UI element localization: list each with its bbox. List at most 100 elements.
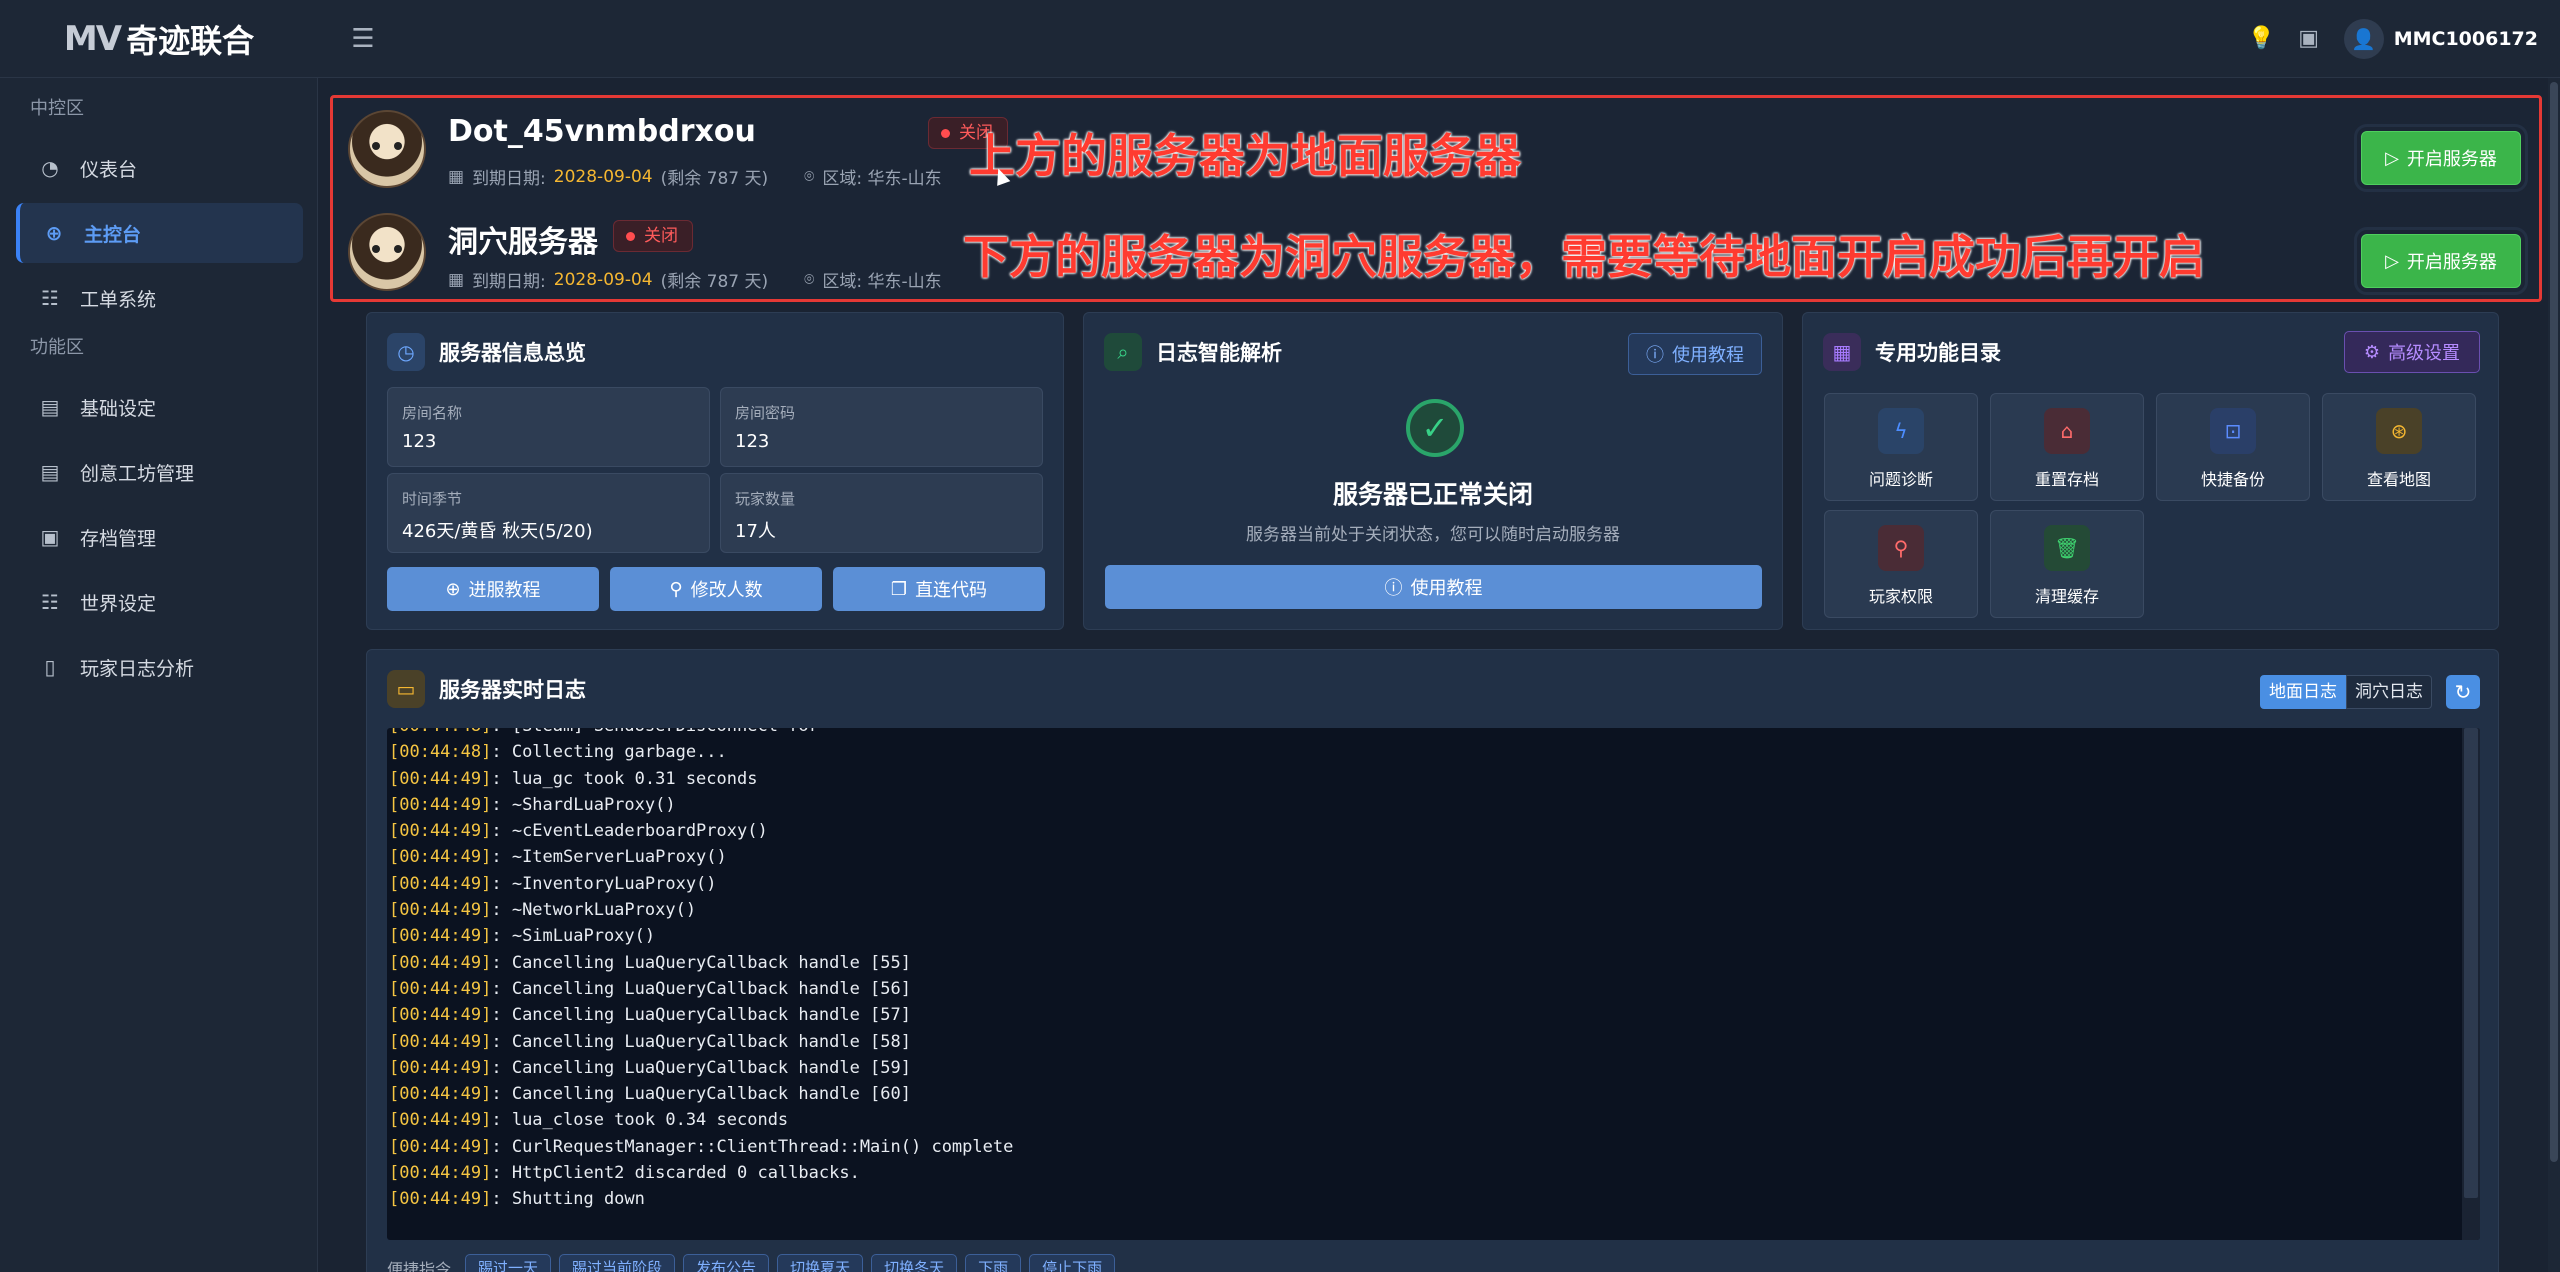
quick-command-chip[interactable]: 切换冬天: [871, 1254, 958, 1272]
card-title: 专用功能目录: [1875, 341, 2001, 365]
log-console[interactable]: [00:44:48]: [Steam] SendUserDisconnect f…: [387, 728, 2480, 1240]
screen-icon[interactable]: ▣: [2296, 26, 2322, 52]
sidebar-item-label: 仪表台: [80, 158, 138, 181]
button-label: 修改人数: [690, 580, 763, 601]
lightning-icon: ϟ: [1878, 408, 1924, 454]
sidebar-item-label: 主控台: [84, 223, 142, 246]
gear-icon: ⚙: [2363, 341, 2381, 363]
func-clear-cache[interactable]: 🗑 清理缓存: [1990, 510, 2144, 618]
sidebar-item-workshop[interactable]: ▤ 创意工坊管理: [16, 442, 303, 502]
log-line: [00:44:49]: lua_gc took 0.31 seconds: [389, 766, 1013, 792]
log-line: [00:44:48]: [Steam] SendUserDisconnect f…: [389, 728, 1013, 739]
advanced-settings-button[interactable]: ⚙ 高级设置: [2344, 331, 2480, 373]
log-line: [00:44:49]: ~InventoryLuaProxy(): [389, 871, 1013, 897]
log-timestamp: [00:44:49]: [389, 1084, 492, 1105]
sidebar-item-label: 存档管理: [80, 527, 157, 550]
doc-icon: ▤: [40, 460, 60, 484]
tab-cave-log[interactable]: 洞穴日志: [2346, 675, 2432, 709]
log-line: [00:44:49]: lua_close took 0.34 seconds: [389, 1107, 1013, 1133]
globe-icon: ⊕: [45, 221, 63, 245]
expire-label: 到期日期:: [472, 272, 546, 292]
user-icon: ⚲: [669, 578, 683, 600]
tutorial-button[interactable]: ⓘ 使用教程: [1628, 333, 1762, 375]
realtime-log-card: ▭ 服务器实时日志 地面日志 洞穴日志 ↻ [00:44:48]: [Steam…: [366, 649, 2499, 1272]
log-line: [00:44:49]: Cancelling LuaQueryCallback …: [389, 950, 1013, 976]
backup-icon: ⊡: [2210, 408, 2256, 454]
direct-connect-button[interactable]: ❐ 直连代码: [833, 567, 1045, 611]
quick-command-chip[interactable]: 停止下雨: [1029, 1254, 1116, 1272]
log-line: [00:44:49]: HttpClient2 discarded 0 call…: [389, 1160, 1013, 1186]
refresh-icon[interactable]: ↻: [2446, 675, 2480, 709]
server-meta: ▦ 到期日期: 2028-09-04 (剩余 787 天) ⌾ 区域: 华东-山…: [448, 164, 942, 190]
annotation-bottom: 下方的服务器为洞穴服务器，需要等待地面开启成功后再开启: [963, 230, 2205, 284]
log-message: : [Steam] SendUserDisconnect for: [491, 728, 819, 736]
sidebar-item-dashboard[interactable]: ◔ 仪表台: [16, 138, 303, 198]
menu-toggle-icon[interactable]: ☰: [348, 24, 378, 54]
copy-icon: ❐: [890, 578, 908, 600]
edit-players-button[interactable]: ⚲ 修改人数: [610, 567, 822, 611]
func-label: 重置存档: [2034, 470, 2099, 489]
start-server-button[interactable]: ▷ 开启服务器: [2354, 227, 2528, 295]
sidebar-item-basic-settings[interactable]: ▤ 基础设定: [16, 377, 303, 437]
page-scrollbar-thumb[interactable]: [2550, 82, 2558, 1162]
log-line: [00:44:49]: Cancelling LuaQueryCallback …: [389, 1002, 1013, 1028]
lightbulb-icon[interactable]: 💡: [2248, 26, 2275, 52]
expire-label: 到期日期:: [472, 169, 546, 189]
log-message: : Cancelling LuaQueryCallback handle [57…: [491, 1005, 911, 1026]
annotation-top: 上方的服务器为地面服务器: [969, 129, 1521, 183]
play-icon: ▷: [2385, 250, 2399, 272]
start-button-label: 开启服务器: [2406, 149, 2497, 170]
log-message: : Cancelling LuaQueryCallback handle [59…: [491, 1057, 911, 1078]
log-scrollbar[interactable]: [2462, 728, 2480, 1240]
page-scrollbar[interactable]: [2548, 78, 2560, 1272]
func-label: 查看地图: [2366, 470, 2431, 489]
server-name: 洞穴服务器: [448, 225, 598, 260]
log-message: : ~NetworkLuaProxy(): [491, 900, 697, 921]
join-tutorial-button[interactable]: ⊕ 进服教程: [387, 567, 599, 611]
user-name[interactable]: MMC1006172: [2394, 28, 2538, 50]
user-lock-icon: ⚲: [1878, 525, 1924, 571]
func-view-map[interactable]: ⊛ 查看地图: [2322, 393, 2476, 501]
func-player-permission[interactable]: ⚲ 玩家权限: [1824, 510, 1978, 618]
func-reset-save[interactable]: ⌂ 重置存档: [1990, 393, 2144, 501]
file-icon: ▯: [44, 655, 56, 679]
button-label: 使用教程: [1410, 578, 1483, 599]
sidebar-item-player-log[interactable]: ▯ 玩家日志分析: [16, 637, 303, 697]
log-line: [00:44:49]: Cancelling LuaQueryCallback …: [389, 976, 1013, 1002]
list-icon: ☷: [41, 590, 59, 614]
sidebar-item-save-management[interactable]: ▣ 存档管理: [16, 507, 303, 567]
list-icon: ☷: [41, 286, 59, 310]
info-value: 426天/黄昏 秋天(5/20): [402, 521, 593, 542]
card-title: 服务器信息总览: [439, 341, 586, 365]
server-name: Dot_45vnmbdrxou: [448, 114, 756, 149]
sidebar-section-control: 中控区: [30, 98, 84, 119]
func-diagnose[interactable]: ϟ 问题诊断: [1824, 393, 1978, 501]
tab-ground-log[interactable]: 地面日志: [2260, 675, 2346, 709]
usage-tutorial-button[interactable]: ⓘ 使用教程: [1105, 565, 1762, 609]
calendar-icon: ▦: [448, 269, 465, 290]
log-timestamp: [00:44:49]: [389, 1189, 492, 1210]
server-row-ground: Dot_45vnmbdrxou 关闭 ▦ 到期日期: 2028-09-04 (剩…: [333, 98, 2539, 198]
start-server-button[interactable]: ▷ 开启服务器: [2354, 124, 2528, 192]
func-backup[interactable]: ⊡ 快捷备份: [2156, 393, 2310, 501]
sidebar-item-ticket-system[interactable]: ☷ 工单系统: [16, 268, 303, 328]
sidebar-item-label: 基础设定: [80, 397, 157, 420]
log-scrollbar-thumb[interactable]: [2464, 728, 2478, 1198]
log-message: : Collecting garbage...: [491, 742, 727, 763]
user-avatar-icon[interactable]: 👤: [2343, 19, 2384, 59]
log-timestamp: [00:44:49]: [389, 952, 492, 973]
quick-command-chip[interactable]: 踢过一天: [465, 1254, 552, 1272]
sidebar-item-world-settings[interactable]: ☷ 世界设定: [16, 572, 303, 632]
quick-command-chip[interactable]: 下雨: [965, 1254, 1022, 1272]
sidebar-item-label: 工单系统: [80, 288, 157, 311]
quick-command-chip[interactable]: 发布公告: [683, 1254, 770, 1272]
sidebar-item-main-console[interactable]: ⊕ 主控台: [16, 203, 303, 263]
location-icon: ⌾: [804, 269, 815, 290]
log-message: : Cancelling LuaQueryCallback handle [58…: [491, 1031, 911, 1052]
quick-command-chip[interactable]: 切换夏天: [777, 1254, 864, 1272]
brand-logo[interactable]: MV 奇迹联合: [0, 0, 318, 78]
sidebar: 中控区 ◔ 仪表台 ⊕ 主控台 ☷ 工单系统 功能区 ▤ 基础设定 ▤ 创意工坊…: [0, 78, 318, 1272]
quick-command-chip[interactable]: 踢过当前阶段: [559, 1254, 676, 1272]
info-label: 时间季节: [402, 490, 463, 508]
server-avatar: [348, 213, 426, 291]
